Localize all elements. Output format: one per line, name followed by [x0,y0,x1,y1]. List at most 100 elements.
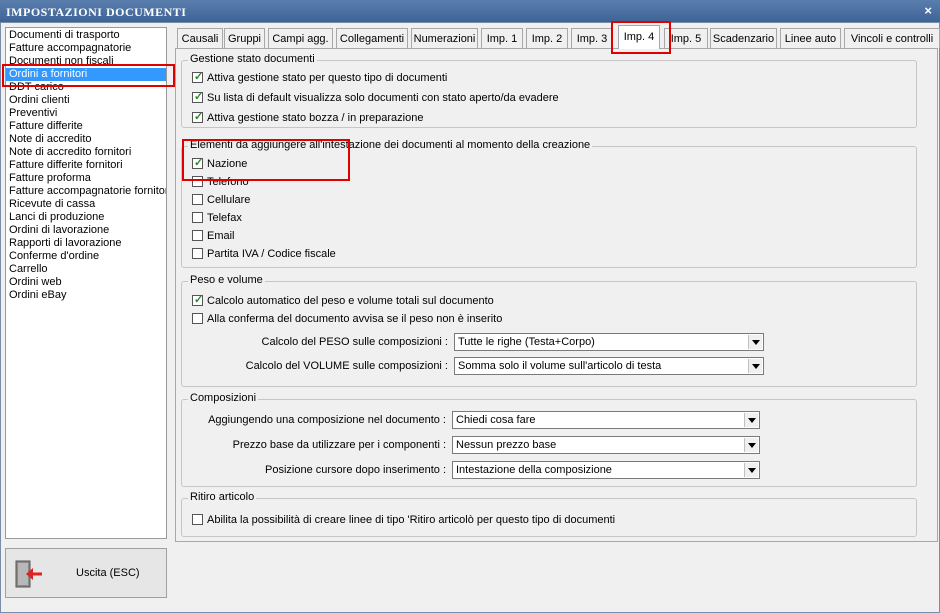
group-ritiro-articolo: Ritiro articolo Abilita la possibilità d… [181,491,917,537]
checkbox-label: Partita IVA / Codice fiscale [207,248,336,260]
tab-imp-3[interactable]: Imp. 3 [571,28,613,48]
dropdown-posizione-cursore-dopo-inserimento[interactable]: Intestazione della composizione [452,461,760,479]
field-label: Calcolo del PESO sulle composizioni : [261,336,448,348]
window-title: IMPOSTAZIONI DOCUMENTI [6,5,187,19]
checkbox-box[interactable] [192,230,203,241]
group-intestazione: Elementi da aggiungere all'intestazione … [181,139,917,268]
group-peso-volume: Peso e volume ✓ Calcolo automatico del pe… [181,274,917,387]
doc-list-item-preventivi[interactable]: Preventivi [6,107,166,120]
doc-list-item-note-di-accredito[interactable]: Note di accredito [6,133,166,146]
field-label: Calcolo del VOLUME sulle composizioni : [245,360,448,372]
window-title-bar: IMPOSTAZIONI DOCUMENTI × [0,0,940,22]
checkbox-label: Telefono [207,176,249,188]
checkbox-box[interactable]: ✓ [192,71,204,83]
tab-imp-2[interactable]: Imp. 2 [526,28,568,48]
group-intestazione-legend: Elementi da aggiungere all'intestazione … [188,139,593,151]
checkmark-icon: ✓ [194,111,204,123]
doc-list-item-lanci-di-produzione[interactable]: Lanci di produzione [6,211,166,224]
tab-numerazioni[interactable]: Numerazioni [411,28,478,48]
doc-list-item-note-di-accredito-fornitori[interactable]: Note di accredito fornitori [6,146,166,159]
checkbox-box[interactable] [192,176,203,187]
doc-list-item-documenti-non-fiscali[interactable]: Documenti non fiscali [6,55,166,68]
exit-button-label: Uscita (ESC) [76,567,140,579]
group-composizioni: Composizioni Aggiungendo una composizion… [181,392,917,487]
checkbox-box[interactable]: ✓ [192,111,204,123]
doc-list-item-fatture-differite[interactable]: Fatture differite [6,120,166,133]
checkbox-box[interactable]: ✓ [192,91,204,103]
doc-list-item-ordini-web[interactable]: Ordini web [6,276,166,289]
dropdown-aggiungendo-una-composizione-nel-documen[interactable]: Chiedi cosa fare [452,411,760,429]
field-label: Aggiungendo una composizione nel documen… [208,414,446,426]
exit-door-icon [15,560,42,588]
doc-list-item-conferme-d-ordine[interactable]: Conferme d'ordine [6,250,166,263]
group-peso-volume-legend: Peso e volume [188,274,265,286]
doc-list-item-fatture-accompagnatorie[interactable]: Fatture accompagnatorie [6,42,166,55]
checkbox-label: Attiva gestione stato bozza / in prepara… [207,112,424,124]
doc-list-item-documenti-di-trasporto[interactable]: Documenti di trasporto [6,29,166,42]
checkbox-box[interactable] [192,248,203,259]
tab-gruppi[interactable]: Gruppi [224,28,265,48]
tab-imp-4[interactable]: Imp. 4 [618,25,660,49]
tab-vincoli-e-controlli[interactable]: Vincoli e controlli [844,28,940,48]
exit-button[interactable]: Uscita (ESC) [5,548,167,598]
doc-list-item-ddt-carico[interactable]: DDT carico [6,81,166,94]
document-type-list[interactable]: Documenti di trasporto Fatture accompagna… [5,27,167,539]
checkbox-label: Nazione [207,158,248,170]
chevron-down-icon[interactable] [744,438,758,452]
checkbox-label: Calcolo automatico del peso e volume tot… [207,295,494,307]
tab-campi-agg[interactable]: Campi agg. [268,28,333,48]
checkbox-box[interactable] [192,212,203,223]
doc-list-item-ordini-clienti[interactable]: Ordini clienti [6,94,166,107]
doc-list-item-ordini-ebay[interactable]: Ordini eBay [6,289,166,302]
checkbox-label: Email [207,230,235,242]
dropdown-calcolo-del-peso-sulle-composizioni[interactable]: Tutte le righe (Testa+Corpo) [454,333,764,351]
dropdown-value: Somma solo il volume sull'articolo di te… [458,360,662,372]
dropdown-value: Chiedi cosa fare [456,414,536,426]
dropdown-value: Intestazione della composizione [456,464,612,476]
checkbox-box[interactable]: ✓ [192,294,204,306]
tab-scadenzario[interactable]: Scadenzario [710,28,777,48]
close-icon[interactable]: × [924,3,932,18]
chevron-down-icon[interactable] [748,359,762,373]
checkbox-box[interactable] [192,313,203,324]
dropdown-prezzo-base-da-utilizzare-per-i-componen[interactable]: Nessun prezzo base [452,436,760,454]
dropdown-value: Nessun prezzo base [456,439,557,451]
checkmark-icon: ✓ [194,157,204,169]
checkbox-label: Su lista di default visualizza solo docu… [207,92,559,104]
doc-list-item-ricevute-di-cassa[interactable]: Ricevute di cassa [6,198,166,211]
chevron-down-icon[interactable] [748,335,762,349]
checkbox-label: Cellulare [207,194,251,206]
group-composizioni-legend: Composizioni [188,392,259,404]
group-ritiro-articolo-legend: Ritiro articolo [188,491,257,503]
doc-list-item-fatture-accompagnatorie-fornitori[interactable]: Fatture accompagnatorie fornitori [6,185,166,198]
settings-panel: Gestione stato documenti ✓ Attiva gestion… [175,48,938,542]
checkbox-box[interactable] [192,194,203,205]
doc-list-item-carrello[interactable]: Carrello [6,263,166,276]
tab-imp-5[interactable]: Imp. 5 [664,28,708,48]
chevron-down-icon[interactable] [744,463,758,477]
tab-imp-1[interactable]: Imp. 1 [481,28,523,48]
group-gestione-stato: Gestione stato documenti ✓ Attiva gestion… [181,53,917,128]
checkmark-icon: ✓ [194,91,204,103]
checkbox-box[interactable]: ✓ [192,157,204,169]
checkbox-label: Telefax [207,212,242,224]
doc-list-item-ordini-di-lavorazione[interactable]: Ordini di lavorazione [6,224,166,237]
group-gestione-stato-legend: Gestione stato documenti [188,53,317,65]
dropdown-value: Tutte le righe (Testa+Corpo) [458,336,595,348]
tab-causali[interactable]: Causali [177,28,223,48]
tab-linee-auto[interactable]: Linee auto [780,28,841,48]
field-label: Posizione cursore dopo inserimento : [265,464,446,476]
checkmark-icon: ✓ [194,294,204,306]
checkbox-box[interactable] [192,514,203,525]
doc-list-item-fatture-proforma[interactable]: Fatture proforma [6,172,166,185]
doc-list-item-rapporti-di-lavorazione[interactable]: Rapporti di lavorazione [6,237,166,250]
settings-tab-strip: Causali Gruppi Campi agg. Collegamenti Numer… [175,25,940,49]
tab-collegamenti[interactable]: Collegamenti [336,28,408,48]
chevron-down-icon[interactable] [744,413,758,427]
doc-list-item-ordini-a-fornitori[interactable]: Ordini a fornitori [6,68,166,81]
doc-list-item-fatture-differite-fornitori[interactable]: Fatture differite fornitori [6,159,166,172]
field-label: Prezzo base da utilizzare per i componen… [232,439,446,451]
checkmark-icon: ✓ [194,71,204,83]
checkbox-label: Alla conferma del documento avvisa se il… [207,313,503,325]
dropdown-calcolo-del-volume-sulle-composizioni[interactable]: Somma solo il volume sull'articolo di te… [454,357,764,375]
